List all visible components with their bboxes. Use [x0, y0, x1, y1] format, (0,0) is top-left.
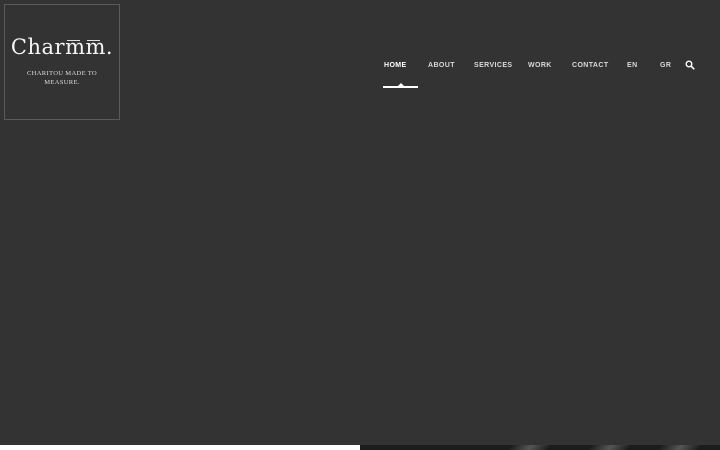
- nav-item-services[interactable]: SERVICES: [474, 62, 512, 69]
- logo-name: Charmm.: [10, 35, 114, 59]
- nav-item-label: EN: [627, 62, 638, 69]
- nav-item-label: HOME: [384, 62, 407, 69]
- main-nav: HOME ABOUT SERVICES WORK CONTACT EN GR: [370, 60, 700, 90]
- nav-item-work[interactable]: WORK: [528, 62, 552, 69]
- hero-slide-light: [0, 445, 360, 450]
- nav-item-label: CONTACT: [572, 62, 609, 69]
- search-icon[interactable]: [685, 60, 695, 70]
- active-indicator-bar: [383, 86, 418, 88]
- nav-item-home[interactable]: HOME: [383, 62, 418, 88]
- nav-item-label: WORK: [528, 62, 552, 69]
- nav-item-lang-gr[interactable]: GR: [660, 62, 671, 69]
- logo-tagline: CHARITOU MADE TO MEASURE.: [26, 70, 97, 86]
- nav-item-contact[interactable]: CONTACT: [572, 62, 609, 69]
- page: Charmm. CHARITOU MADE TO MEASURE. HOME A…: [0, 0, 720, 450]
- nav-item-label: ABOUT: [428, 62, 455, 69]
- nav-item-about[interactable]: ABOUT: [428, 62, 455, 69]
- nav-item-label: SERVICES: [474, 62, 513, 69]
- logo[interactable]: Charmm. CHARITOU MADE TO MEASURE.: [4, 4, 120, 120]
- nav-item-lang-en[interactable]: EN: [627, 62, 638, 69]
- nav-item-label: GR: [660, 62, 672, 69]
- hero-slide-dark: [360, 445, 720, 450]
